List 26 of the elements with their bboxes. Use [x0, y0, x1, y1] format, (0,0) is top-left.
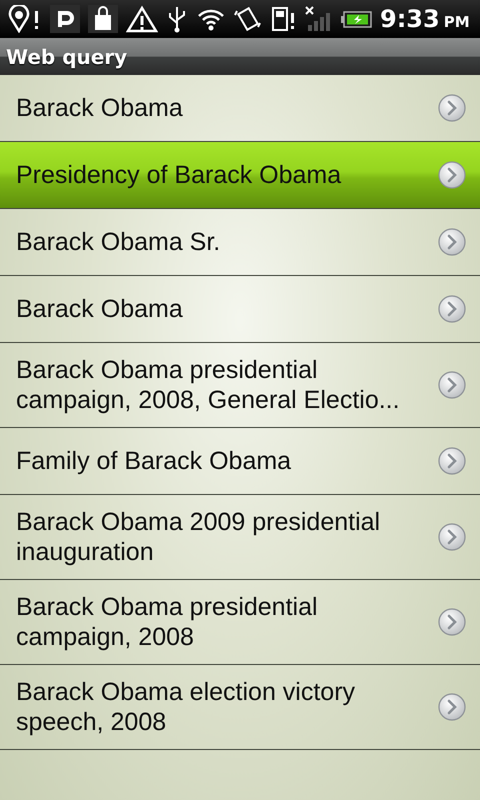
chevron-icon [438, 447, 466, 475]
result-item[interactable]: Barack Obama Sr. [0, 209, 480, 276]
chevron-icon [438, 161, 466, 189]
chevron-icon [438, 94, 466, 122]
clock-period: PM [444, 13, 470, 31]
p-app-icon [50, 5, 80, 33]
result-item[interactable]: Family of Barack Obama [0, 428, 480, 495]
vibrate-icon [234, 5, 262, 33]
result-item[interactable]: Barack Obama presidential campaign, 2008, General Electio... [0, 343, 480, 428]
usb-icon [166, 5, 188, 33]
result-item[interactable]: Barack Obama election victory speech, 2008 [0, 665, 480, 750]
result-item[interactable]: Barack Obama 2009 presidential inauguration [0, 495, 480, 580]
chevron-icon [438, 693, 466, 721]
clock-time: 9:33 [380, 5, 440, 33]
result-item[interactable]: Barack Obama [0, 276, 480, 343]
chevron-icon [438, 371, 466, 399]
chevron-icon [438, 608, 466, 636]
result-item[interactable]: Presidency of Barack Obama [0, 142, 480, 209]
sd-card-icon [270, 5, 296, 33]
chevron-icon [438, 228, 466, 256]
chevron-icon [438, 523, 466, 551]
result-item[interactable]: Barack Obama presidential campaign, 2008 [0, 580, 480, 665]
chevron-icon [438, 295, 466, 323]
no-signal-icon [304, 5, 332, 33]
warning-icon [126, 5, 158, 33]
screen-title: Web query [6, 44, 128, 68]
